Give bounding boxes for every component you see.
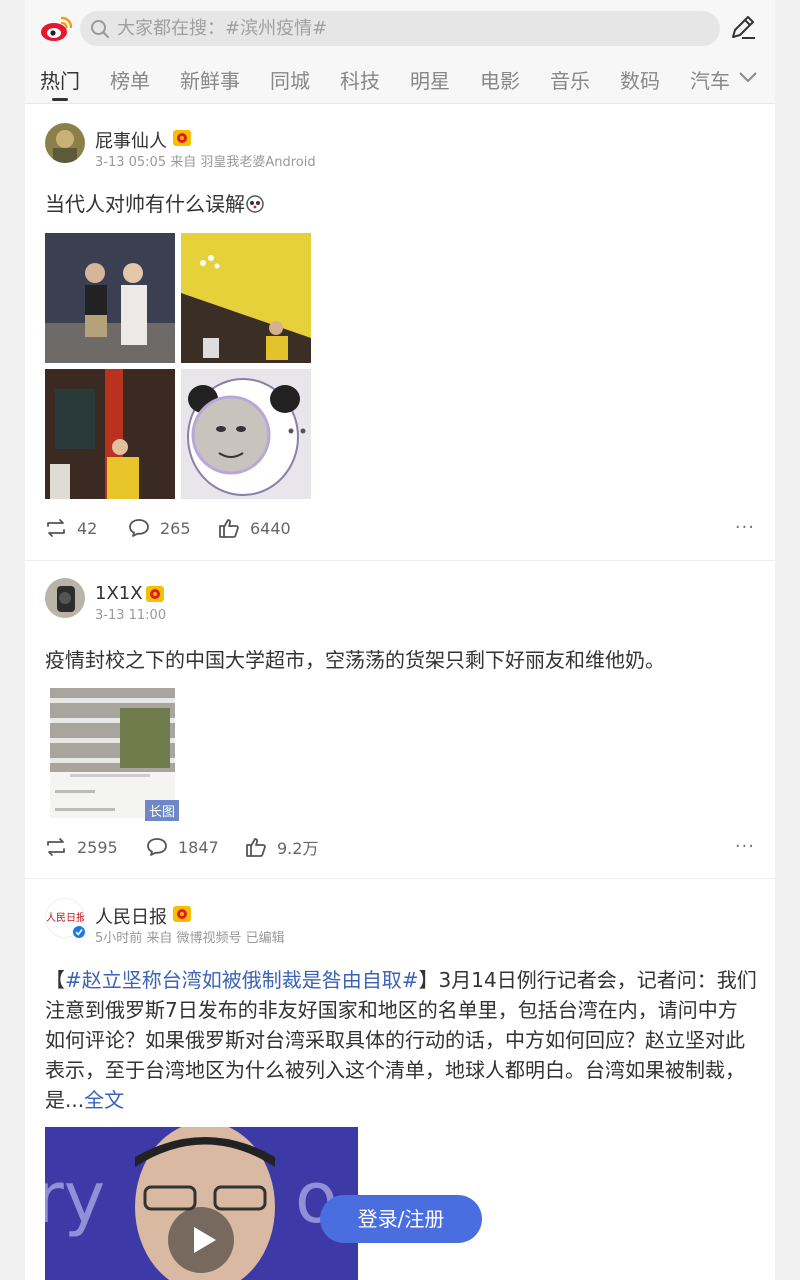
tab-music[interactable]: 音乐 (550, 65, 590, 94)
tab-ranking[interactable]: 榜单 (110, 65, 150, 94)
more-options-button[interactable]: ··· (735, 517, 755, 538)
repost-icon (47, 519, 65, 537)
svg-text:ry: ry (45, 1157, 105, 1239)
thumbs-up-icon (246, 838, 266, 857)
top-bar: 热门 榜单 新鲜事 同城 科技 明星 电影 音乐 数码 汽车 (25, 0, 775, 104)
tab-movies[interactable]: 电影 (480, 65, 520, 94)
feed-post[interactable]: 屁事仙人 3-13 05:05 来自 羽皇我老婆Android 当代人对帅有什么… (25, 105, 775, 560)
like-count: 9.2万 (277, 839, 319, 858)
feed-post[interactable]: 1X1X 3-13 11:00 疫情封校之下的中国大学超市，空荡荡的货架只剩下好… (25, 561, 775, 878)
post-image[interactable] (45, 369, 175, 499)
search-input[interactable] (117, 11, 707, 46)
like-button[interactable]: 9.2万 (245, 832, 318, 862)
play-button[interactable] (168, 1207, 234, 1273)
tab-tech[interactable]: 科技 (340, 65, 380, 94)
post-text: 【#赵立坚称台湾如被俄制裁是咎由自取#】3月14日例行记者会，记者问：我们注意到… (45, 968, 757, 1112)
like-button[interactable]: 6440 (218, 513, 291, 543)
post-meta: 5小时前 来自 微博视频号 已编辑 (95, 931, 285, 946)
tab-stars[interactable]: 明星 (410, 65, 450, 94)
comment-count: 1847 (178, 837, 219, 857)
tab-fresh[interactable]: 新鲜事 (180, 65, 240, 94)
like-count: 6440 (250, 518, 291, 538)
vip-badge-icon (173, 130, 191, 146)
search-bar[interactable] (80, 11, 720, 46)
post-meta: 3-13 11:00 (95, 608, 167, 623)
username[interactable]: 屁事仙人 (95, 127, 167, 153)
comment-button[interactable]: 265 (128, 513, 191, 543)
svg-text:人民日报: 人民日报 (46, 911, 85, 924)
post-image[interactable] (181, 233, 311, 363)
category-tabs: 热门 榜单 新鲜事 同城 科技 明星 电影 音乐 数码 汽车 (40, 60, 740, 100)
weibo-app: 热门 榜单 新鲜事 同城 科技 明星 电影 音乐 数码 汽车 屁事仙人 (25, 0, 775, 1280)
tab-local[interactable]: 同城 (270, 65, 310, 94)
tab-hot[interactable]: 热门 (40, 65, 80, 94)
login-register-button[interactable]: 登录/注册 (320, 1195, 482, 1243)
vip-badge-icon (173, 906, 191, 922)
repost-icon (47, 838, 65, 856)
repost-button[interactable]: 42 (45, 513, 97, 543)
vip-badge-icon (146, 586, 164, 602)
active-tab-indicator (52, 98, 68, 101)
full-text-link[interactable]: 全文 (84, 1088, 124, 1112)
post-actions: 42 265 6440 ··· (45, 513, 755, 543)
post-meta: 3-13 05:05 来自 羽皇我老婆Android (95, 155, 316, 170)
post-text: 当代人对帅有什么误解 (45, 189, 757, 219)
chevron-down-icon[interactable] (738, 70, 758, 84)
tab-cars[interactable]: 汽车 (690, 65, 730, 94)
panda-emoji-icon (246, 195, 264, 213)
comment-button[interactable]: 1847 (146, 832, 219, 862)
repost-count: 2595 (77, 837, 118, 857)
compose-icon[interactable] (729, 13, 757, 41)
weibo-logo-icon[interactable] (40, 14, 74, 42)
post-image[interactable] (45, 233, 175, 363)
avatar[interactable] (45, 578, 85, 618)
username[interactable]: 人民日报 (95, 903, 167, 929)
comment-icon (147, 838, 167, 856)
repost-count: 42 (77, 518, 98, 538)
tab-digital[interactable]: 数码 (620, 65, 660, 94)
search-icon (91, 20, 109, 38)
repost-button[interactable]: 2595 (45, 832, 118, 862)
hashtag-link[interactable]: #赵立坚称台湾如被俄制裁是咎由自取# (65, 968, 419, 992)
post-actions: 2595 1847 9.2万 ··· (45, 832, 755, 862)
play-icon (194, 1227, 216, 1253)
more-options-button[interactable]: ··· (735, 836, 755, 857)
thumbs-up-icon (219, 519, 239, 538)
long-image-badge: 长图 (145, 800, 180, 821)
username[interactable]: 1X1X (95, 583, 143, 604)
post-text: 疫情封校之下的中国大学超市，空荡荡的货架只剩下好丽友和维他奶。 (45, 648, 665, 672)
comment-count: 265 (160, 518, 191, 538)
post-image[interactable] (181, 369, 311, 499)
post-image[interactable] (50, 688, 175, 818)
avatar[interactable] (45, 123, 85, 163)
verified-badge-icon (72, 925, 86, 939)
comment-icon (129, 519, 149, 537)
